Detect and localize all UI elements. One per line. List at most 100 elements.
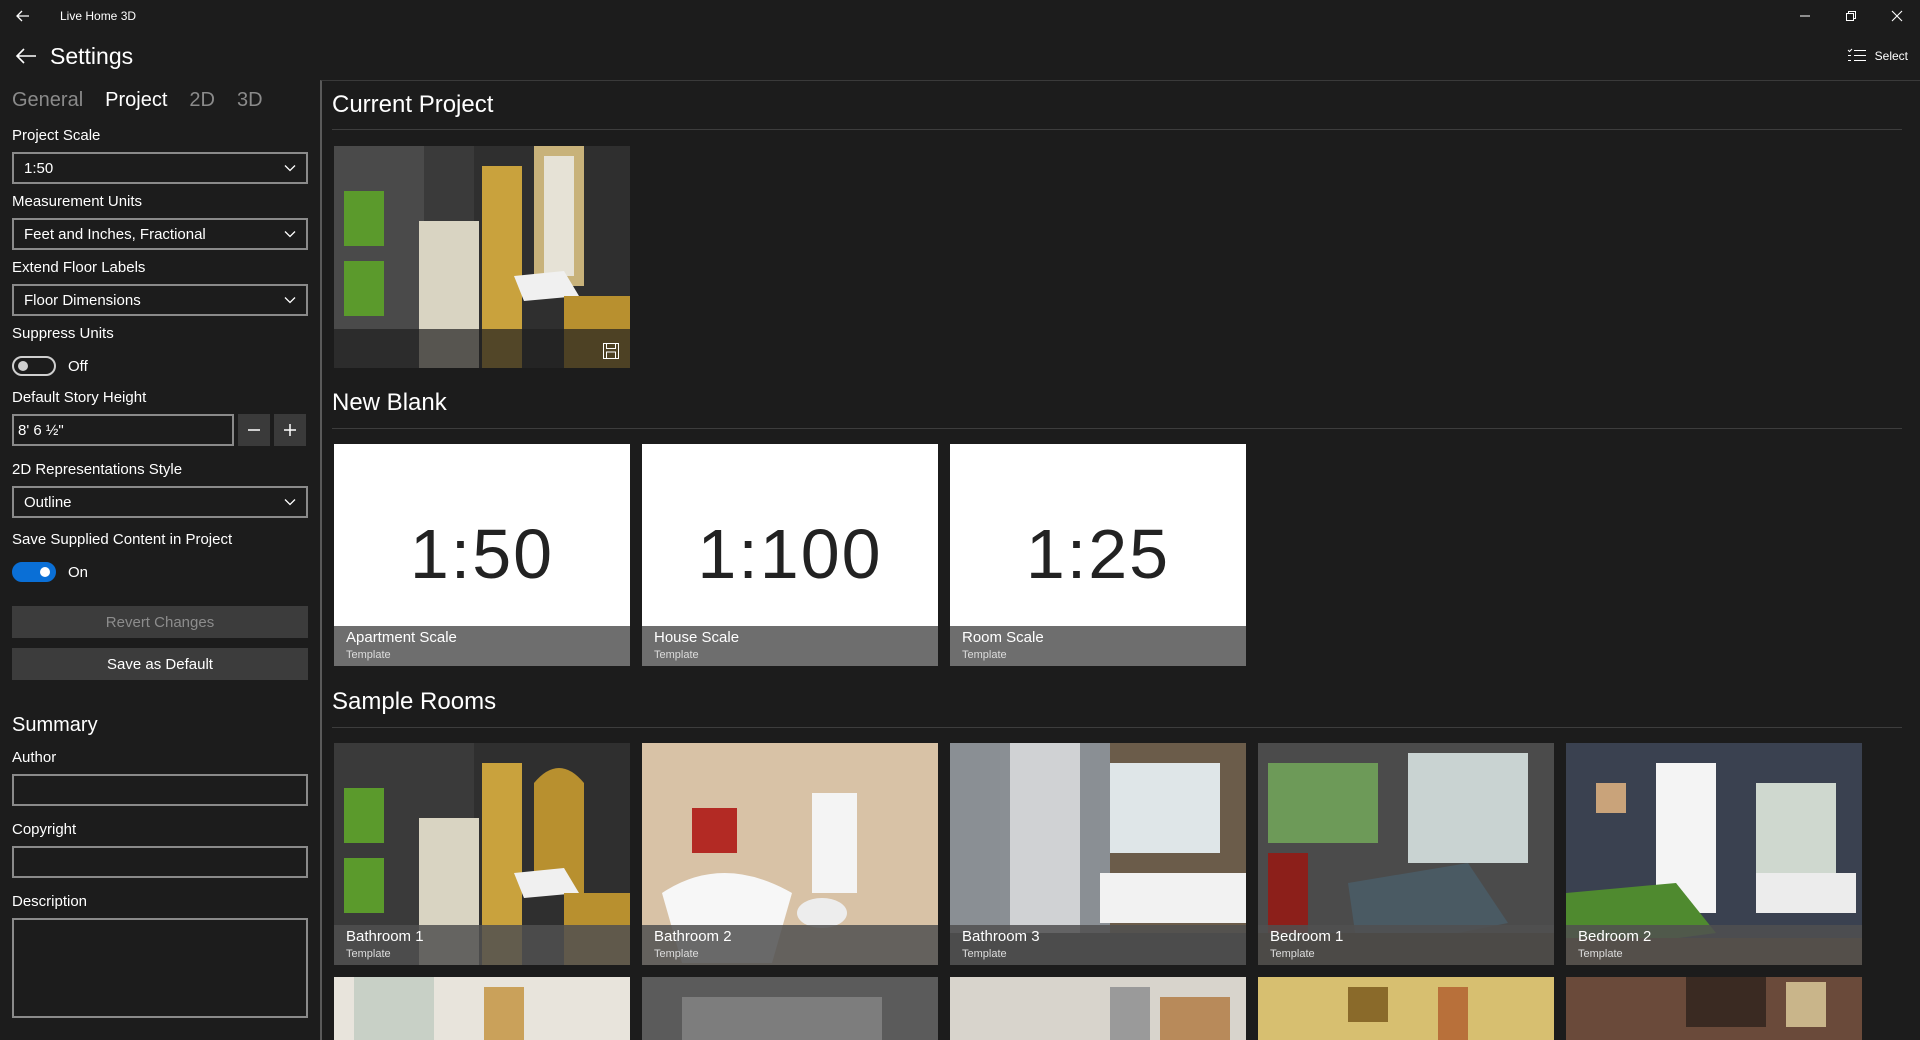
blank-template-house[interactable]: 1:100 House Scale Template — [642, 444, 938, 666]
extend-floor-labels-label: Extend Floor Labels — [12, 259, 146, 276]
description-input[interactable] — [12, 918, 308, 1018]
projects-gallery: Current Project New Blank 1:50 Apartment… — [320, 80, 1920, 1040]
room-name: Bedroom 1 — [1270, 928, 1344, 945]
sample-room-bedroom-1[interactable]: Bedroom 1 Template — [1258, 743, 1554, 965]
template-name: Apartment Scale — [346, 629, 457, 646]
revert-changes-button[interactable]: Revert Changes — [12, 606, 308, 638]
copyright-input[interactable] — [12, 846, 308, 878]
project-scale-value: 1:50 — [24, 159, 54, 177]
select-label: Select — [1874, 49, 1908, 63]
window-title: Live Home 3D — [60, 9, 137, 23]
save-icon — [603, 343, 619, 359]
room-name: Bathroom 2 — [654, 928, 732, 945]
room-type: Template — [654, 948, 699, 960]
author-input[interactable] — [12, 774, 308, 806]
story-height-decrease-button[interactable] — [238, 414, 271, 446]
sample-room-tile[interactable] — [1566, 977, 1862, 1040]
room-name: Bedroom 2 — [1578, 928, 1652, 945]
settings-header: Settings Select — [0, 32, 1920, 80]
close-icon — [1891, 10, 1903, 22]
scale-ratio: 1:50 — [409, 515, 555, 593]
settings-panel: General Project 2D 3D Project Scale 1:50… — [0, 80, 318, 1040]
settings-tabs: General Project 2D 3D — [12, 82, 306, 118]
tab-general[interactable]: General — [12, 89, 83, 112]
extend-floor-labels-dropdown[interactable]: Floor Dimensions — [12, 284, 308, 316]
sample-room-tile[interactable] — [950, 977, 1246, 1040]
new-blank-heading: New Blank — [332, 389, 447, 416]
copyright-label: Copyright — [12, 821, 77, 838]
settings-back-button[interactable] — [0, 32, 52, 80]
room-thumbnail — [1566, 977, 1862, 1040]
save-as-default-button[interactable]: Save as Default — [12, 648, 308, 680]
template-type: Template — [654, 649, 699, 661]
page-title: Settings — [50, 42, 134, 69]
title-bar: Live Home 3D — [0, 0, 1920, 32]
save-content-state: On — [68, 563, 89, 581]
story-height-increase-button[interactable] — [274, 414, 306, 446]
minimize-button[interactable] — [1782, 0, 1828, 32]
divider — [332, 428, 1902, 429]
tab-2d[interactable]: 2D — [189, 89, 215, 112]
representation-style-value: Outline — [24, 493, 72, 511]
minus-icon — [248, 429, 261, 431]
save-content-label: Save Supplied Content in Project — [12, 531, 233, 548]
description-label: Description — [12, 893, 88, 910]
plus-icon — [284, 424, 297, 436]
select-button[interactable]: Select — [1847, 42, 1908, 70]
representation-style-dropdown[interactable]: Outline — [12, 486, 308, 518]
current-project-heading: Current Project — [332, 91, 494, 118]
suppress-units-state: Off — [68, 357, 88, 375]
blank-template-apartment[interactable]: 1:50 Apartment Scale Template — [334, 444, 630, 666]
sample-room-bathroom-1[interactable]: Bathroom 1 Template — [334, 743, 630, 965]
tab-project[interactable]: Project — [105, 89, 167, 112]
sample-room-tile[interactable] — [642, 977, 938, 1040]
blank-template-room[interactable]: 1:25 Room Scale Template — [950, 444, 1246, 666]
sample-room-tile[interactable] — [1258, 977, 1554, 1040]
template-type: Template — [346, 649, 391, 661]
chevron-down-icon — [284, 499, 296, 506]
room-name: Bathroom 1 — [346, 928, 424, 945]
room-thumbnail — [1258, 977, 1554, 1040]
summary-title: Summary — [12, 714, 98, 736]
divider — [332, 727, 1902, 728]
measurement-units-label: Measurement Units — [12, 193, 143, 210]
representation-style-label: 2D Representations Style — [12, 461, 183, 478]
measurement-units-dropdown[interactable]: Feet and Inches, Fractional — [12, 218, 308, 250]
room-type: Template — [1270, 948, 1315, 960]
close-button[interactable] — [1874, 0, 1920, 32]
back-arrow-icon — [16, 10, 29, 22]
template-name: House Scale — [654, 629, 740, 646]
chevron-down-icon — [284, 297, 296, 304]
tab-3d[interactable]: 3D — [237, 89, 263, 112]
project-scale-label: Project Scale — [12, 127, 101, 144]
suppress-units-label: Suppress Units — [12, 325, 114, 342]
room-thumbnail — [334, 977, 630, 1040]
story-height-label: Default Story Height — [12, 389, 147, 406]
project-scale-dropdown[interactable]: 1:50 — [12, 152, 308, 184]
chevron-down-icon — [284, 231, 296, 238]
chevron-down-icon — [284, 165, 296, 172]
room-type: Template — [1578, 948, 1623, 960]
suppress-units-toggle[interactable] — [12, 356, 56, 376]
author-label: Author — [12, 749, 57, 766]
room-name: Bathroom 3 — [962, 928, 1040, 945]
sample-room-bedroom-2[interactable]: Bedroom 2 Template — [1566, 743, 1862, 965]
scale-ratio: 1:100 — [697, 515, 883, 593]
select-list-icon — [1847, 48, 1866, 61]
current-project-thumbnail — [334, 146, 630, 368]
template-type: Template — [962, 649, 1007, 661]
restore-button[interactable] — [1828, 0, 1874, 32]
scale-ratio: 1:25 — [1025, 515, 1171, 593]
sample-room-tile[interactable] — [334, 977, 630, 1040]
room-type: Template — [962, 948, 1007, 960]
save-content-toggle[interactable] — [12, 562, 56, 582]
template-name: Room Scale — [962, 629, 1044, 646]
sample-room-bathroom-2[interactable]: Bathroom 2 Template — [642, 743, 938, 965]
story-height-input[interactable]: 8' 6 ½" — [12, 414, 235, 446]
room-type: Template — [346, 948, 391, 960]
sample-room-bathroom-3[interactable]: Bathroom 3 Template — [950, 743, 1246, 965]
room-thumbnail — [642, 977, 938, 1040]
titlebar-back-button[interactable] — [0, 0, 46, 32]
current-project-tile[interactable] — [334, 146, 630, 368]
extend-floor-labels-value: Floor Dimensions — [24, 291, 141, 309]
